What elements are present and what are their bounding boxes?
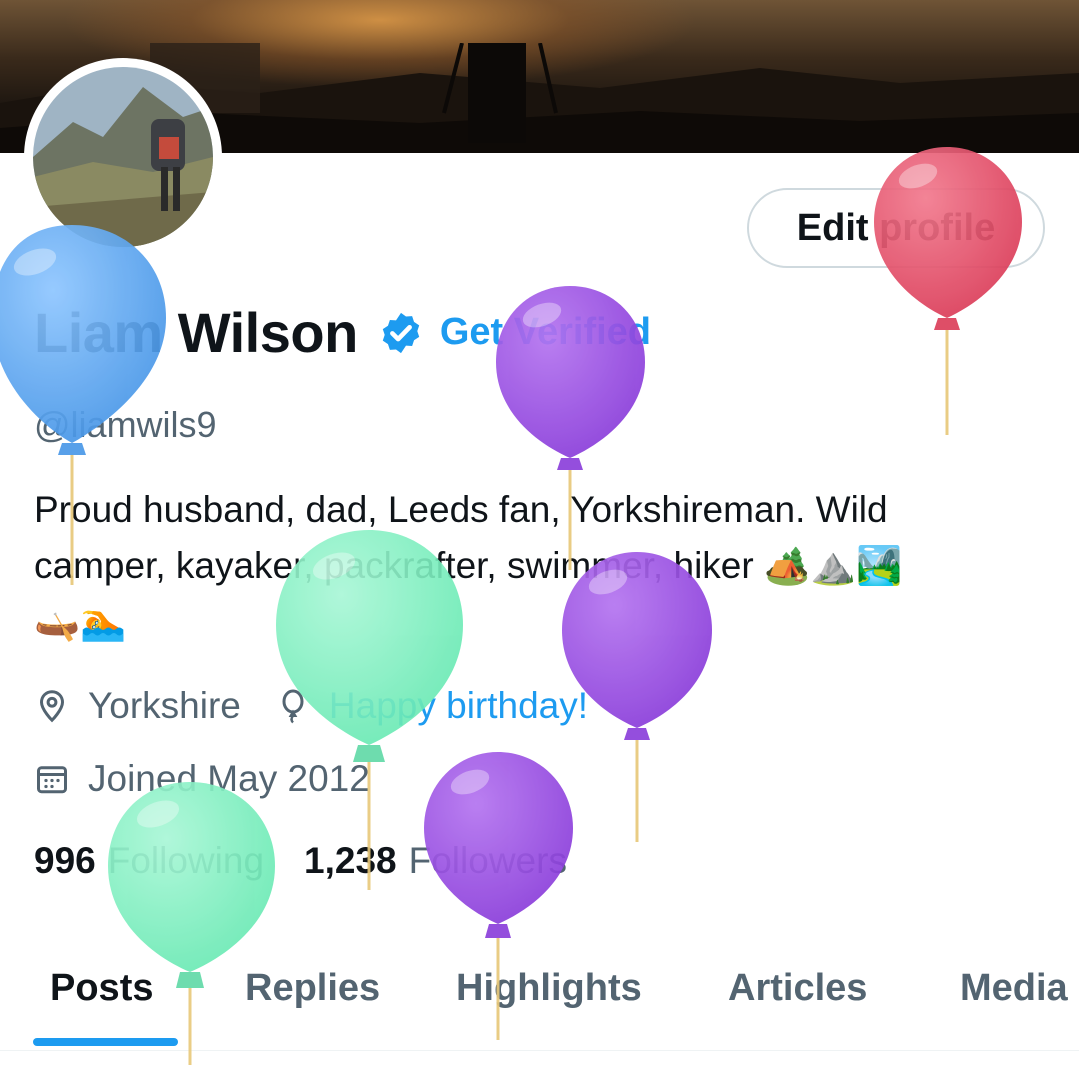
display-name: Liam Wilson [34, 301, 358, 364]
tab-highlights[interactable]: Highlights [456, 967, 642, 1010]
tab-articles[interactable]: Articles [728, 967, 867, 1010]
bio-line: camper, kayaker, packrafter, swimmer, hi… [34, 545, 903, 586]
calendar-icon [37, 766, 67, 794]
location-text: Yorkshire [88, 685, 241, 726]
profile-tabs: Posts Replies Highlights Articles Media [0, 955, 1079, 1051]
bio-line: 🛶🏊 [34, 601, 127, 642]
followers-count: 1,238 [304, 840, 397, 881]
birthday-text[interactable]: Happy birthday! [329, 685, 588, 727]
tab-posts[interactable]: Posts [50, 967, 153, 1010]
avatar-photo [33, 67, 213, 247]
user-handle: @liamwils9 [34, 404, 217, 445]
follow-stats: 996 Following 1,238 Followers [34, 840, 567, 882]
tab-replies[interactable]: Replies [245, 967, 380, 1010]
followers-label: Followers [408, 840, 567, 881]
followers-link[interactable]: 1,238 Followers [304, 840, 567, 882]
edit-profile-button[interactable]: Edit profile [747, 188, 1045, 268]
joined-text: Joined May 2012 [88, 758, 370, 799]
balloon-icon [282, 689, 304, 724]
profile-meta-row: Yorkshire Happy birthday! [34, 685, 588, 727]
profile-name-row: Liam Wilson Get Verified [34, 300, 651, 365]
avatar[interactable] [24, 58, 222, 256]
tab-media[interactable]: Media [960, 967, 1068, 1010]
joined-row: Joined May 2012 [34, 758, 370, 800]
bio-line: Proud husband, dad, Leeds fan, Yorkshire… [34, 489, 888, 530]
verified-badge-icon[interactable] [378, 310, 424, 356]
get-verified-link[interactable]: Get Verified [440, 311, 651, 354]
profile-bio: Proud husband, dad, Leeds fan, Yorkshire… [34, 482, 1064, 650]
following-label: Following [107, 840, 265, 881]
following-link[interactable]: 996 Following [34, 840, 264, 882]
following-count: 996 [34, 840, 96, 881]
active-tab-indicator [33, 1038, 178, 1046]
location-pin-icon [39, 690, 65, 723]
